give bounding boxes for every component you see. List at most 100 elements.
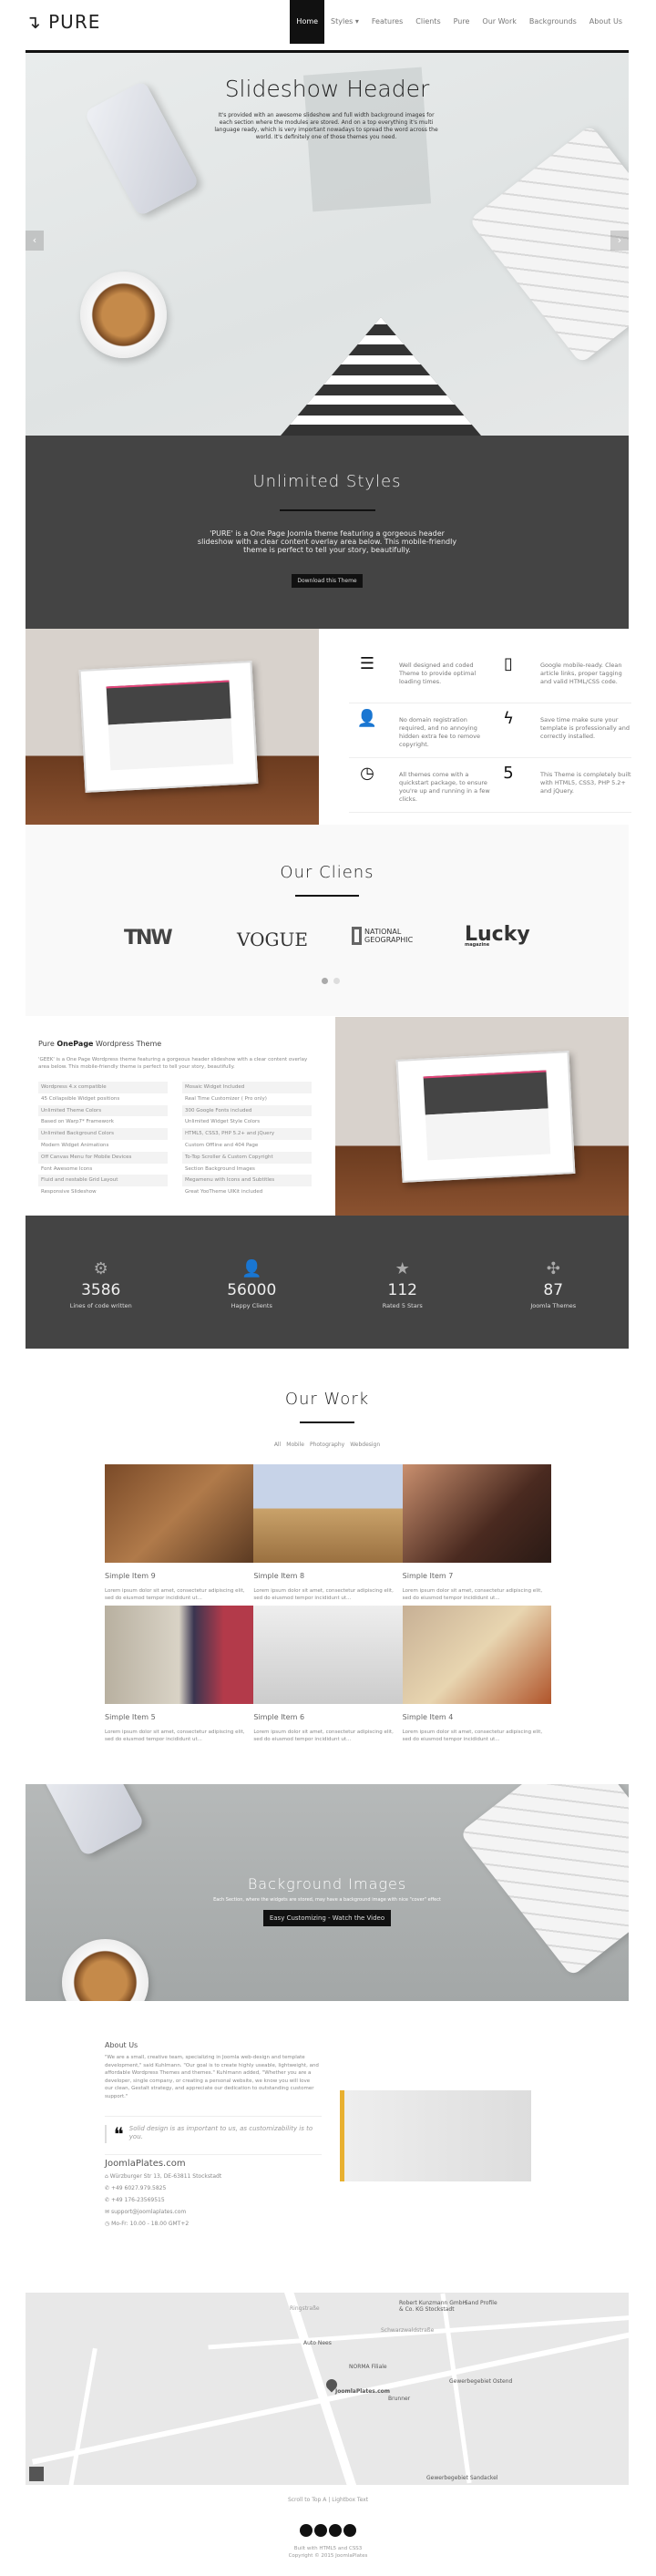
stat-label: Joomla Themes — [530, 1302, 577, 1309]
portfolio-item-title[interactable]: Simple Item 9 — [105, 1572, 253, 1580]
section-title: Pure OnePage Wordpress Theme — [38, 1040, 162, 1048]
nav-item[interactable]: About Us — [583, 0, 629, 44]
nav-item[interactable]: Our Work — [476, 0, 522, 44]
coffee-cup-image — [80, 272, 167, 358]
checklist-item: Font Awesome Icons — [41, 1165, 93, 1172]
social-icons — [0, 2523, 656, 2540]
portfolio-grid: Simple Item 9 Lorem ipsum dolor sit amet,… — [105, 1464, 551, 1747]
map[interactable]: Robert Kunzmann GmbH & Co. KG Stockstadt… — [26, 2293, 629, 2485]
feature-item: ☰ Well designed and coded Theme to provid… — [349, 649, 490, 703]
company-name: JoomlaPlates.com — [105, 2159, 186, 2169]
portfolio-item-title[interactable]: Simple Item 7 — [403, 1572, 551, 1580]
nav-item[interactable]: Home — [290, 0, 325, 44]
built-with-text: Built with HTML5 and CSS3 — [293, 2546, 363, 2551]
carousel-dots — [319, 970, 343, 988]
phone-icon: ✆ — [105, 2185, 111, 2191]
nav-item[interactable]: Pure — [447, 0, 477, 44]
portfolio-image[interactable] — [105, 1606, 254, 1704]
portfolio-filters: All Mobile Photography Webdesign — [26, 1442, 629, 1448]
about-text: "We are a small, creative team, speciali… — [105, 2055, 319, 2099]
checklist-item: Off Canvas Menu for Mobile Devices — [38, 1151, 168, 1164]
scroll-to-top-link[interactable]: Scroll to Top A | Lightbox Text — [0, 2497, 656, 2503]
office-image — [340, 2090, 531, 2181]
checklist-item: HTML5, CSS3, PHP 5.2+ and jQuery — [182, 1128, 312, 1140]
slideshow-title: Slideshow Header — [224, 76, 430, 102]
gear-icon: ⚙ — [93, 1259, 108, 1278]
portfolio-image[interactable] — [253, 1606, 403, 1704]
checklist-item: Great YooTheme UIKit included — [185, 1189, 263, 1196]
section-title: Unlimited Styles — [252, 472, 402, 491]
checklist-item: Real Time Customizer ( Pro only) — [185, 1095, 267, 1102]
filter-mobile[interactable]: Mobile — [286, 1442, 304, 1448]
portfolio-item[interactable]: Simple Item 4 Lorem ipsum dolor sit amet,… — [402, 1606, 551, 1747]
portfolio-image[interactable] — [402, 1464, 551, 1563]
footer: Scroll to Top A | Lightbox Text Built wi… — [0, 2485, 656, 2576]
our-work-section: Our Work All Mobile Photography Webdesign S… — [26, 1349, 629, 1750]
portfolio-item-title[interactable]: Simple Item 4 — [403, 1713, 551, 1721]
twitter-icon[interactable] — [314, 2524, 327, 2537]
next-slide-button[interactable]: › — [610, 231, 629, 251]
download-theme-button[interactable]: Download this Theme — [292, 574, 363, 588]
portfolio-item[interactable]: Simple Item 7 Lorem ipsum dolor sit amet,… — [402, 1464, 551, 1606]
stat-label: Lines of code written — [69, 1302, 132, 1309]
portfolio-item-title[interactable]: Simple Item 5 — [105, 1713, 253, 1721]
portfolio-item[interactable]: Simple Item 8 Lorem ipsum dolor sit amet,… — [253, 1464, 403, 1606]
linkedin-icon[interactable] — [343, 2524, 356, 2537]
google-plus-icon[interactable] — [329, 2524, 342, 2537]
joomla-icon: ✣ — [546, 1259, 560, 1278]
client-logo-lucky: Lucky magazine — [465, 923, 530, 948]
stat-item: ✣ 87 Joomla Themes — [478, 1216, 630, 1349]
watch-video-button[interactable]: Easy Customizing - Watch the Video — [262, 1910, 392, 1926]
user-icon: 👤 — [356, 709, 378, 728]
feature-item: 5 This Theme is completely built with HTM… — [490, 758, 631, 813]
checklist-item: Responsive Slideshow — [41, 1189, 97, 1196]
divider — [295, 895, 359, 897]
portfolio-item-title[interactable]: Simple Item 6 — [253, 1713, 402, 1721]
carousel-dot[interactable] — [333, 978, 340, 984]
filter-all[interactable]: All — [274, 1442, 281, 1448]
filter-webdesign[interactable]: Webdesign — [350, 1442, 380, 1448]
pure-onepage-section: Pure OnePage Wordpress Theme 'GEEK' is a… — [26, 1017, 629, 1216]
filter-photography[interactable]: Photography — [310, 1442, 344, 1448]
logo[interactable]: ↴ PURE — [26, 11, 100, 33]
bolt-icon: ϟ — [503, 709, 514, 728]
features-section: ☰ Well designed and coded Theme to provid… — [26, 629, 631, 825]
nav-item[interactable]: Features — [365, 0, 409, 44]
about-us-section: About Us "We are a small, creative team,… — [26, 2034, 629, 2271]
feature-item: ϟ Save time make sure your template is pr… — [490, 703, 631, 758]
stat-label: Happy Clients — [231, 1302, 272, 1309]
feature-list: ☰ Well designed and coded Theme to provid… — [349, 649, 631, 813]
checklist-item: 300 Google Fonts included — [182, 1104, 312, 1117]
portfolio-image[interactable] — [105, 1464, 254, 1563]
nav-item[interactable]: Clients — [409, 0, 446, 44]
client-logo-vogue: VOGUE — [237, 929, 308, 950]
nav-item[interactable]: Styles ▾ — [324, 0, 365, 44]
nav-item[interactable]: Backgrounds — [523, 0, 583, 44]
quote-icon: ❝ — [114, 2123, 124, 2145]
carousel-dot[interactable] — [322, 978, 328, 984]
mobile-icon: ▯ — [504, 654, 513, 673]
feature-item: ◷ All themes come with a quickstart packa… — [349, 758, 490, 813]
copyright: Copyright © 2015 JoomlaPlates — [288, 2553, 368, 2559]
portfolio-item[interactable]: Simple Item 9 Lorem ipsum dolor sit amet,… — [105, 1464, 254, 1606]
street-view-button[interactable] — [29, 2467, 44, 2481]
stat-value: 87 — [543, 1281, 564, 1299]
portfolio-image[interactable] — [253, 1464, 403, 1563]
stat-item: ★ 112 Rated 5 Stars — [327, 1216, 478, 1349]
checklist-item: 45 Collapsible Widget positions — [41, 1095, 120, 1102]
portfolio-item[interactable]: Simple Item 5 Lorem ipsum dolor sit amet,… — [105, 1606, 254, 1747]
facebook-icon[interactable] — [300, 2524, 313, 2537]
portfolio-item[interactable]: Simple Item 6 Lorem ipsum dolor sit amet,… — [253, 1606, 403, 1747]
feature-item: 👤 No domain registration required, and no… — [349, 703, 490, 758]
stat-item: ⚙ 3586 Lines of code written — [26, 1216, 177, 1349]
unlimited-styles-section: Unlimited Styles 'PURE' is a One Page Jo… — [26, 436, 629, 629]
checklist-item: Unlimited Widget Style Colors — [185, 1119, 261, 1125]
portfolio-item-title[interactable]: Simple Item 8 — [253, 1572, 402, 1580]
top-navbar: ↴ PURE Home Styles ▾ Features Clients Pure Ou… — [26, 0, 629, 53]
portfolio-image[interactable] — [402, 1606, 551, 1704]
stat-value: 3586 — [81, 1281, 121, 1299]
stat-label: Rated 5 Stars — [382, 1302, 423, 1309]
checklist-item: Custom Offline and 404 Page — [185, 1142, 259, 1148]
prev-slide-button[interactable]: ‹ — [26, 231, 44, 251]
star-icon: ★ — [395, 1259, 410, 1278]
